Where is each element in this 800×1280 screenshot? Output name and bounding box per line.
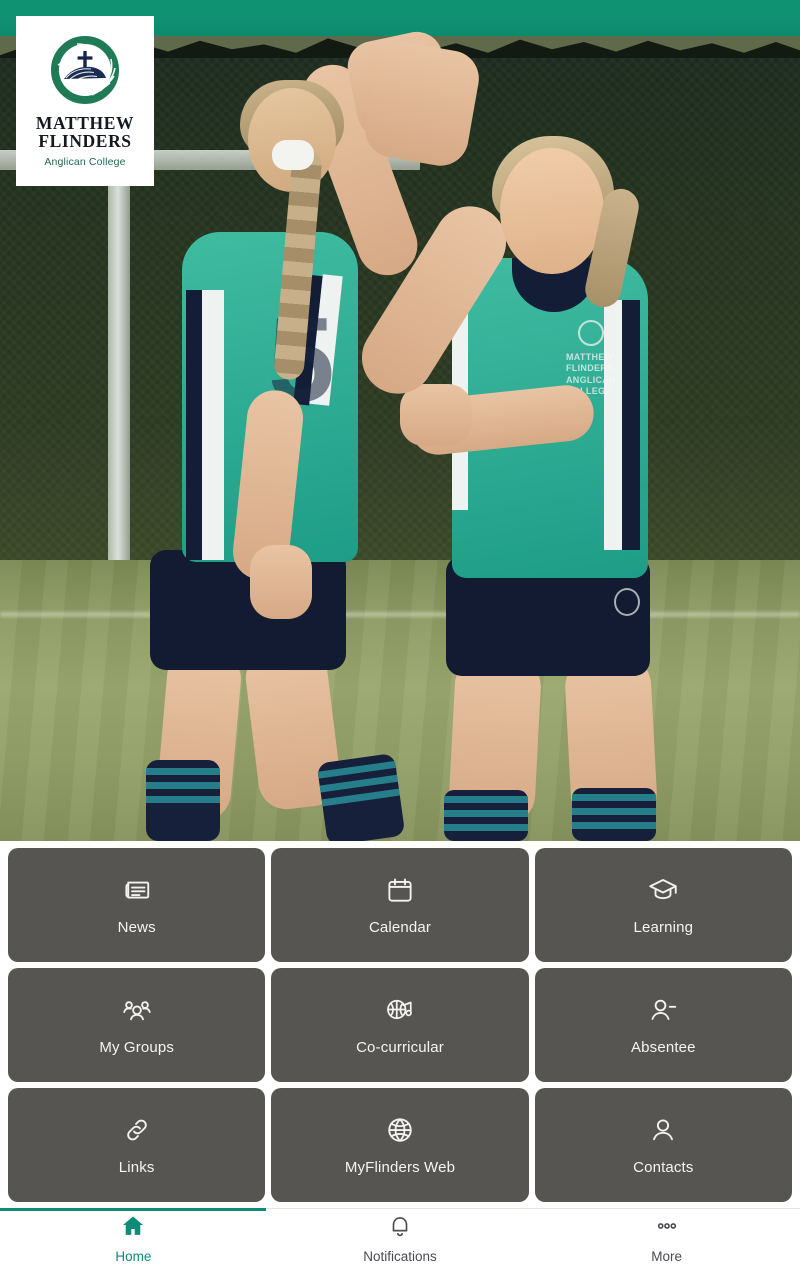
tile-co-curricular[interactable]: Co-curricular (271, 968, 529, 1082)
mobile-app-screen: 5 (0, 0, 800, 1280)
tile-calendar[interactable]: Calendar (271, 848, 529, 962)
school-crest-icon (49, 34, 121, 106)
logo-tagline: Anglican College (44, 155, 126, 168)
tile-label: Calendar (368, 918, 432, 936)
tile-label: MyFlinders Web (344, 1158, 456, 1176)
people-group-icon (122, 995, 152, 1025)
photo-player-a-stripe-white-left (202, 290, 224, 560)
tile-label: My Groups (99, 1038, 175, 1056)
nav-label: Home (115, 1249, 152, 1264)
photo-player-b-hand-lower (400, 384, 472, 446)
tile-learning[interactable]: Learning (534, 848, 792, 962)
tile-label: Links (118, 1158, 155, 1176)
active-tab-indicator (0, 1208, 266, 1211)
photo-player-b-sock-left (444, 790, 528, 841)
photo-player-a-hair-bow (272, 140, 314, 170)
tile-label: Contacts (633, 1158, 694, 1176)
tile-label: News (117, 918, 156, 936)
photo-player-a-sock-right (316, 752, 406, 841)
bell-icon (387, 1213, 413, 1239)
graduation-cap-icon (648, 875, 678, 905)
logo-wordmark-line-2: FLINDERS (38, 130, 132, 151)
ellipsis-icon (654, 1213, 680, 1239)
tile-my-groups[interactable]: My Groups (8, 968, 266, 1082)
photo-player-b-hand-raised (360, 37, 484, 171)
photo-field-line (0, 612, 800, 617)
tile-links[interactable]: Links (8, 1088, 266, 1202)
photo-player-a-hand-left (250, 545, 312, 619)
tile-label: Learning (633, 918, 694, 936)
hero-banner-image: 5 (0, 0, 800, 841)
photo-goal-post (108, 150, 130, 580)
nav-label: Notifications (363, 1249, 437, 1264)
tile-label: Absentee (631, 1038, 696, 1056)
person-icon (648, 1115, 678, 1145)
tile-absentee[interactable]: Absentee (534, 968, 792, 1082)
nav-label: More (651, 1249, 683, 1264)
photo-player-a-sock-left (146, 760, 220, 841)
photo-player-b-stripe-navy (622, 300, 640, 550)
photo-player-b-shorts-badge (614, 588, 640, 616)
basketball-music-icon (385, 995, 415, 1025)
photo-player-b-head (500, 148, 604, 274)
tile-myflinders-web[interactable]: MyFlinders Web (271, 1088, 529, 1202)
nav-tab-notifications[interactable]: Notifications (267, 1209, 534, 1280)
person-minus-icon (648, 995, 678, 1025)
nav-tab-more[interactable]: More (533, 1209, 800, 1280)
tile-contacts[interactable]: Contacts (534, 1088, 792, 1202)
tile-news[interactable]: News (8, 848, 266, 962)
chain-link-icon (122, 1115, 152, 1145)
photo-player-a-stripe-navy-left (186, 290, 202, 560)
photo-player-b-sock-right (572, 788, 656, 841)
newspaper-icon (122, 875, 152, 905)
photo-player-b-jersey-crest (578, 320, 604, 346)
tile-label: Co-curricular (356, 1038, 444, 1056)
quick-links-grid: News Calendar Learning My Groups Co-curr… (0, 841, 800, 1208)
bottom-navigation-bar: Home Notifications More (0, 1208, 800, 1280)
home-icon (120, 1213, 146, 1239)
school-logo-card[interactable]: MATTHEW FLINDERS Anglican College (16, 16, 154, 186)
nav-tab-home[interactable]: Home (0, 1209, 267, 1280)
globe-icon (385, 1115, 415, 1145)
calendar-icon (385, 875, 415, 905)
